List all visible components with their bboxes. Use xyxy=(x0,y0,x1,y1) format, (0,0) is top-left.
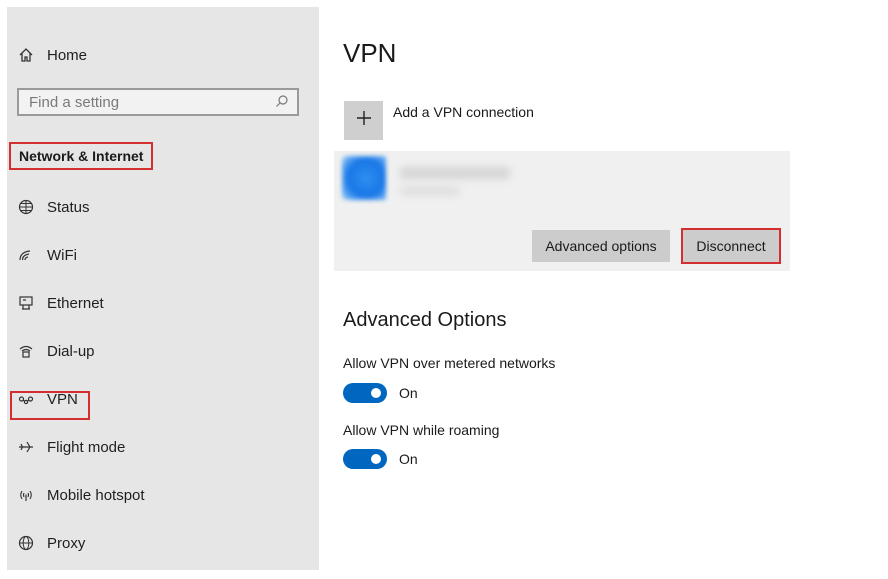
add-vpn-button[interactable] xyxy=(344,101,383,140)
roaming-option-label: Allow VPN while roaming xyxy=(343,422,500,438)
airplane-icon xyxy=(15,436,37,458)
sidebar-item-label: Dial-up xyxy=(47,342,95,360)
vpn-connection-card[interactable]: Advanced options Disconnect xyxy=(334,151,790,271)
vpn-icon xyxy=(15,388,37,410)
sidebar-item-label: Status xyxy=(47,198,90,216)
search-placeholder: Find a setting xyxy=(29,94,120,111)
hotspot-icon xyxy=(15,484,37,506)
advanced-options-heading: Advanced Options xyxy=(343,309,507,331)
sidebar-item-mobile-hotspot[interactable]: Mobile hotspot xyxy=(7,475,145,515)
sidebar-home-label: Home xyxy=(47,46,88,64)
toggle-knob xyxy=(371,388,381,398)
search-icon xyxy=(275,94,289,113)
plus-icon xyxy=(355,109,373,132)
metered-option-label: Allow VPN over metered networks xyxy=(343,355,556,371)
ethernet-icon xyxy=(15,292,37,314)
vpn-connection-logo xyxy=(342,156,386,200)
sidebar-item-label: Flight mode xyxy=(47,438,126,456)
proxy-globe-icon xyxy=(15,532,37,554)
search-input[interactable]: Find a setting xyxy=(17,88,299,116)
settings-sidebar: Home Find a setting Network & Internet S… xyxy=(7,7,319,570)
sidebar-item-label: Mobile hotspot xyxy=(47,486,145,504)
redacted-connection-name xyxy=(400,167,510,179)
sidebar-item-status[interactable]: Status xyxy=(7,187,90,227)
sidebar-item-proxy[interactable]: Proxy xyxy=(7,523,85,563)
disconnect-button[interactable]: Disconnect xyxy=(681,228,781,264)
roaming-toggle[interactable] xyxy=(343,449,387,469)
sidebar-item-flight-mode[interactable]: Flight mode xyxy=(7,427,125,467)
sidebar-item-label: VPN xyxy=(47,390,78,408)
sidebar-item-label: Ethernet xyxy=(47,294,104,312)
sidebar-item-label: Proxy xyxy=(47,534,86,552)
roaming-toggle-state: On xyxy=(399,451,418,467)
toggle-knob xyxy=(371,454,381,464)
sidebar-item-dialup[interactable]: Dial-up xyxy=(7,331,95,371)
sidebar-item-ethernet[interactable]: Ethernet xyxy=(7,283,104,323)
wifi-icon xyxy=(15,244,37,266)
sidebar-item-vpn[interactable]: VPN xyxy=(7,379,78,419)
advanced-options-button[interactable]: Advanced options xyxy=(532,230,670,262)
add-vpn-label[interactable]: Add a VPN connection xyxy=(393,104,534,120)
sidebar-item-label: WiFi xyxy=(47,246,77,264)
sidebar-item-wifi[interactable]: WiFi xyxy=(7,235,77,275)
globe-icon xyxy=(15,196,37,218)
section-title: Network & Internet xyxy=(9,142,154,170)
page-title: VPN xyxy=(343,38,397,68)
redacted-connection-status xyxy=(400,187,460,195)
sidebar-home[interactable]: Home xyxy=(7,35,87,75)
metered-toggle[interactable] xyxy=(343,383,387,403)
home-icon xyxy=(15,44,37,66)
metered-toggle-state: On xyxy=(399,385,418,401)
dialup-icon xyxy=(15,340,37,362)
